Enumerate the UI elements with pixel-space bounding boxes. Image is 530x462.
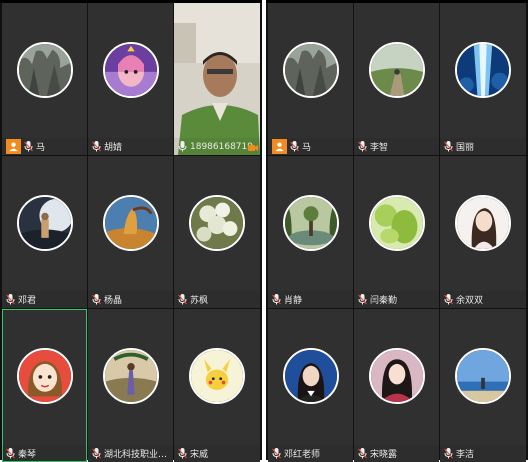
participant-name-bar: 余双双 bbox=[440, 291, 526, 308]
video-grid-left-panel: 马 胡婧 18986168719 邓君 杨晶 苏枫 秦琴 湖北科技职业学... … bbox=[0, 0, 262, 462]
participant-name-bar: 马 bbox=[268, 138, 353, 155]
mic-icon[interactable] bbox=[92, 141, 101, 152]
participant-name-bar: 胡婧 bbox=[88, 138, 173, 155]
participant-name: 杨晶 bbox=[104, 296, 123, 306]
mic-icon[interactable] bbox=[444, 141, 453, 152]
participant-tile-yanqinqin[interactable]: 闫秦勤 bbox=[354, 156, 439, 308]
participant-name-bar: 邓红老师 bbox=[268, 445, 353, 462]
participant-tile-sufeng[interactable]: 苏枫 bbox=[174, 156, 260, 308]
participant-name: 马 bbox=[36, 143, 46, 153]
mic-icon[interactable] bbox=[92, 294, 101, 305]
mic-icon[interactable] bbox=[444, 448, 453, 459]
participant-name: 邓君 bbox=[18, 296, 37, 306]
participant-tile-songwei[interactable]: 宋威 bbox=[174, 309, 260, 462]
mic-icon[interactable] bbox=[444, 294, 453, 305]
participant-name-bar: 闫秦勤 bbox=[354, 291, 439, 308]
mic-icon[interactable] bbox=[6, 294, 15, 305]
participant-avatar bbox=[189, 194, 245, 251]
participant-name: 邓红老师 bbox=[284, 450, 321, 460]
participant-name: 宋晓露 bbox=[370, 450, 398, 460]
participant-tile-video[interactable]: 18986168719 bbox=[174, 3, 260, 155]
participant-name: 马 bbox=[302, 143, 312, 153]
participant-tile-guoli[interactable]: 国丽 bbox=[440, 3, 526, 155]
participant-name: 李智 bbox=[370, 143, 389, 153]
participant-name-bar: 李智 bbox=[354, 138, 439, 155]
mic-icon[interactable] bbox=[6, 448, 15, 459]
participant-name-bar: 邓君 bbox=[2, 291, 87, 308]
participant-avatar bbox=[455, 348, 511, 405]
mic-icon[interactable] bbox=[178, 294, 187, 305]
participant-tile-yushuangshuang[interactable]: 余双双 bbox=[440, 156, 526, 308]
participant-tile-lijie[interactable]: 李洁 bbox=[440, 309, 526, 462]
mic-icon[interactable] bbox=[272, 448, 281, 459]
participant-avatar bbox=[102, 41, 159, 98]
participant-name-bar: 马 bbox=[2, 138, 87, 155]
participant-video-feed bbox=[174, 3, 260, 155]
participant-name: 肖静 bbox=[284, 296, 303, 306]
participant-tile-dengjun[interactable]: 邓君 bbox=[2, 156, 87, 308]
participant-name-bar: 宋威 bbox=[174, 445, 260, 462]
host-person-icon bbox=[272, 139, 287, 154]
participant-avatar bbox=[368, 348, 425, 405]
participant-avatar bbox=[282, 194, 339, 251]
mic-icon[interactable] bbox=[178, 141, 187, 152]
mic-icon[interactable] bbox=[92, 448, 101, 459]
participant-grid-left: 马 胡婧 18986168719 邓君 杨晶 苏枫 秦琴 湖北科技职业学... … bbox=[2, 3, 260, 462]
mic-icon[interactable] bbox=[358, 141, 367, 152]
participant-avatar bbox=[102, 348, 159, 405]
participant-avatar bbox=[102, 194, 159, 251]
participant-name: 宋威 bbox=[190, 450, 209, 460]
participant-name-bar: 肖静 bbox=[268, 291, 353, 308]
video-grid-right-panel: 马 李智 国丽 肖静 闫秦勤 余双双 邓红老师 宋晓露 李洁 bbox=[266, 0, 528, 462]
camera-icon[interactable] bbox=[248, 144, 258, 152]
participant-name: 秦琴 bbox=[18, 450, 37, 460]
participant-name-bar: 杨晶 bbox=[88, 291, 173, 308]
participant-name-bar: 秦琴 bbox=[2, 445, 87, 462]
participant-avatar bbox=[16, 348, 73, 405]
participant-avatar bbox=[189, 348, 245, 405]
participant-name: 湖北科技职业学... bbox=[104, 450, 173, 460]
participant-name: 苏枫 bbox=[190, 296, 209, 306]
mic-icon[interactable] bbox=[358, 294, 367, 305]
host-person-icon bbox=[6, 139, 21, 154]
mic-icon[interactable] bbox=[358, 448, 367, 459]
participant-avatar bbox=[455, 194, 511, 251]
participant-name: 胡婧 bbox=[104, 143, 123, 153]
participant-name-bar: 国丽 bbox=[440, 138, 526, 155]
participant-avatar bbox=[282, 348, 339, 405]
participant-tile-hujing[interactable]: 胡婧 bbox=[88, 3, 173, 155]
participant-name-bar: 宋晓露 bbox=[354, 445, 439, 462]
participant-name: 国丽 bbox=[456, 143, 475, 153]
participant-tile-denghong[interactable]: 邓红老师 bbox=[268, 309, 353, 462]
participant-tile-ma[interactable]: 马 bbox=[2, 3, 87, 155]
mic-icon[interactable] bbox=[178, 448, 187, 459]
participant-name-bar: 苏枫 bbox=[174, 291, 260, 308]
participant-name: 18986168719 bbox=[190, 141, 253, 152]
participant-name: 闫秦勤 bbox=[370, 296, 398, 306]
participant-avatar bbox=[16, 41, 73, 98]
participant-name: 李洁 bbox=[456, 450, 475, 460]
participant-tile-qinqin[interactable]: 秦琴 bbox=[2, 309, 87, 462]
mic-icon[interactable] bbox=[290, 141, 299, 152]
participant-name-bar: 湖北科技职业学... bbox=[88, 445, 173, 462]
participant-tile-lizhi[interactable]: 李智 bbox=[354, 3, 439, 155]
mic-icon[interactable] bbox=[24, 141, 33, 152]
mic-icon[interactable] bbox=[272, 294, 281, 305]
participant-name-bar: 李洁 bbox=[440, 445, 526, 462]
participant-avatar bbox=[282, 41, 339, 98]
participant-tile-yangjing[interactable]: 杨晶 bbox=[88, 156, 173, 308]
participant-name: 余双双 bbox=[456, 296, 484, 306]
participant-avatar bbox=[368, 194, 425, 251]
participant-tile-ma[interactable]: 马 bbox=[268, 3, 353, 155]
participant-grid-right: 马 李智 国丽 肖静 闫秦勤 余双双 邓红老师 宋晓露 李洁 bbox=[268, 3, 526, 462]
participant-avatar bbox=[455, 41, 511, 98]
participant-tile-xiaojing[interactable]: 肖静 bbox=[268, 156, 353, 308]
participant-tile-hubei[interactable]: 湖北科技职业学... bbox=[88, 309, 173, 462]
participant-avatar bbox=[368, 41, 425, 98]
participant-tile-songxiaolu[interactable]: 宋晓露 bbox=[354, 309, 439, 462]
participant-avatar bbox=[16, 194, 73, 251]
